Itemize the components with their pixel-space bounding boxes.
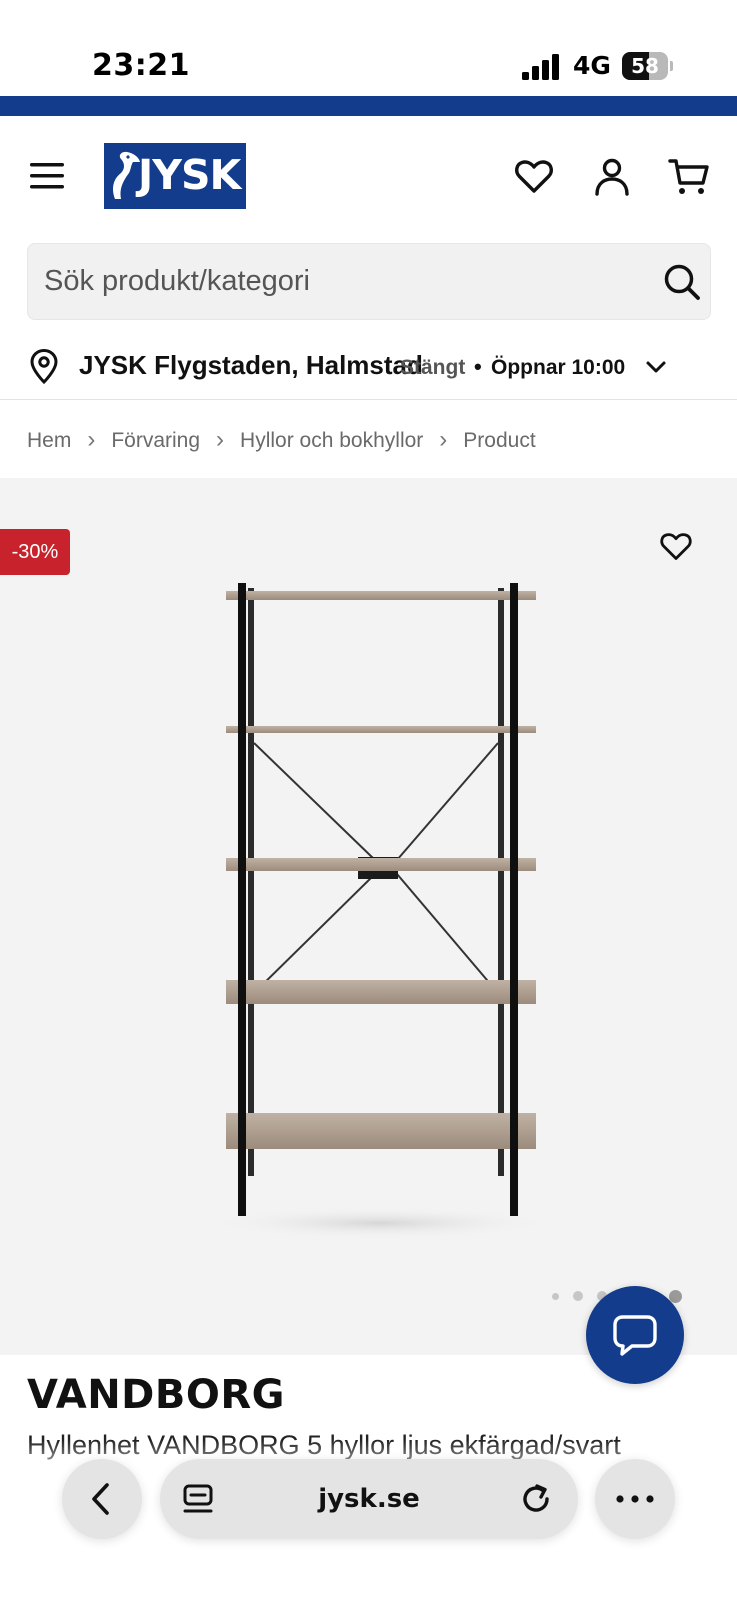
network-type: 4G xyxy=(573,51,611,80)
add-to-wishlist-heart-icon[interactable] xyxy=(658,528,694,564)
pagination-dot[interactable] xyxy=(552,1292,559,1300)
account-user-icon[interactable] xyxy=(590,154,634,198)
breadcrumb-storage[interactable]: Förvaring xyxy=(111,429,200,453)
chat-bubble-icon xyxy=(613,1315,657,1356)
browser-more-button[interactable] xyxy=(595,1459,675,1539)
store-status: Stängt xyxy=(400,356,466,379)
site-header: JYSK xyxy=(0,116,737,236)
logo-text: JYSK xyxy=(138,151,241,199)
battery-icon: 58 xyxy=(622,52,673,80)
hamburger-menu-icon[interactable] xyxy=(28,159,68,193)
browser-url: jysk.se xyxy=(318,1484,420,1514)
breadcrumb-separator: › xyxy=(439,426,448,453)
search-icon[interactable] xyxy=(662,262,702,302)
chevron-left-icon xyxy=(92,1483,109,1515)
search-bar xyxy=(27,243,711,320)
store-status-separator: • xyxy=(474,354,482,379)
breadcrumb-current: Product xyxy=(463,429,536,452)
status-bar: 23:21 4G 58 xyxy=(0,0,737,96)
product-title: VANDBORG xyxy=(27,1372,286,1418)
breadcrumb-shelves[interactable]: Hyllor och bokhyllor xyxy=(240,429,423,453)
pagination-dot[interactable] xyxy=(573,1291,583,1301)
cellular-signal-icon xyxy=(522,54,559,80)
pagination-dot-active[interactable] xyxy=(669,1289,682,1303)
battery-level: 58 xyxy=(631,54,659,78)
wishlist-heart-icon[interactable] xyxy=(512,154,556,198)
goose-logo-icon xyxy=(113,151,140,199)
breadcrumb-separator: › xyxy=(87,426,96,453)
divider xyxy=(0,399,737,400)
breadcrumb: Hem › Förvaring › Hyllor och bokhyllor ›… xyxy=(27,426,536,456)
breadcrumb-home[interactable]: Hem xyxy=(27,429,71,453)
breadcrumb-separator: › xyxy=(216,426,225,453)
status-time: 23:21 xyxy=(92,48,190,83)
store-selector[interactable]: JYSK Flygstaden, Halmstad Stängt • Öppna… xyxy=(0,340,737,400)
browser-back-button[interactable] xyxy=(62,1459,142,1539)
location-pin-icon xyxy=(30,348,58,384)
chat-button[interactable] xyxy=(586,1286,684,1384)
jysk-logo[interactable]: JYSK xyxy=(104,143,246,209)
product-image-shelf xyxy=(205,583,555,1238)
more-options-icon xyxy=(616,1495,654,1503)
browser-address-bar[interactable]: jysk.se xyxy=(160,1459,578,1539)
search-input[interactable] xyxy=(44,244,634,319)
product-image-gallery[interactable]: -30% xyxy=(0,478,737,1384)
shopping-cart-icon[interactable] xyxy=(667,154,711,198)
discount-badge: -30% xyxy=(0,529,70,575)
brand-strip xyxy=(0,96,737,116)
store-opening-time: Öppnar 10:00 xyxy=(491,356,626,379)
store-name: JYSK Flygstaden, Halmstad xyxy=(79,350,423,380)
reload-icon[interactable] xyxy=(518,1481,554,1517)
chevron-down-icon[interactable] xyxy=(644,355,668,379)
